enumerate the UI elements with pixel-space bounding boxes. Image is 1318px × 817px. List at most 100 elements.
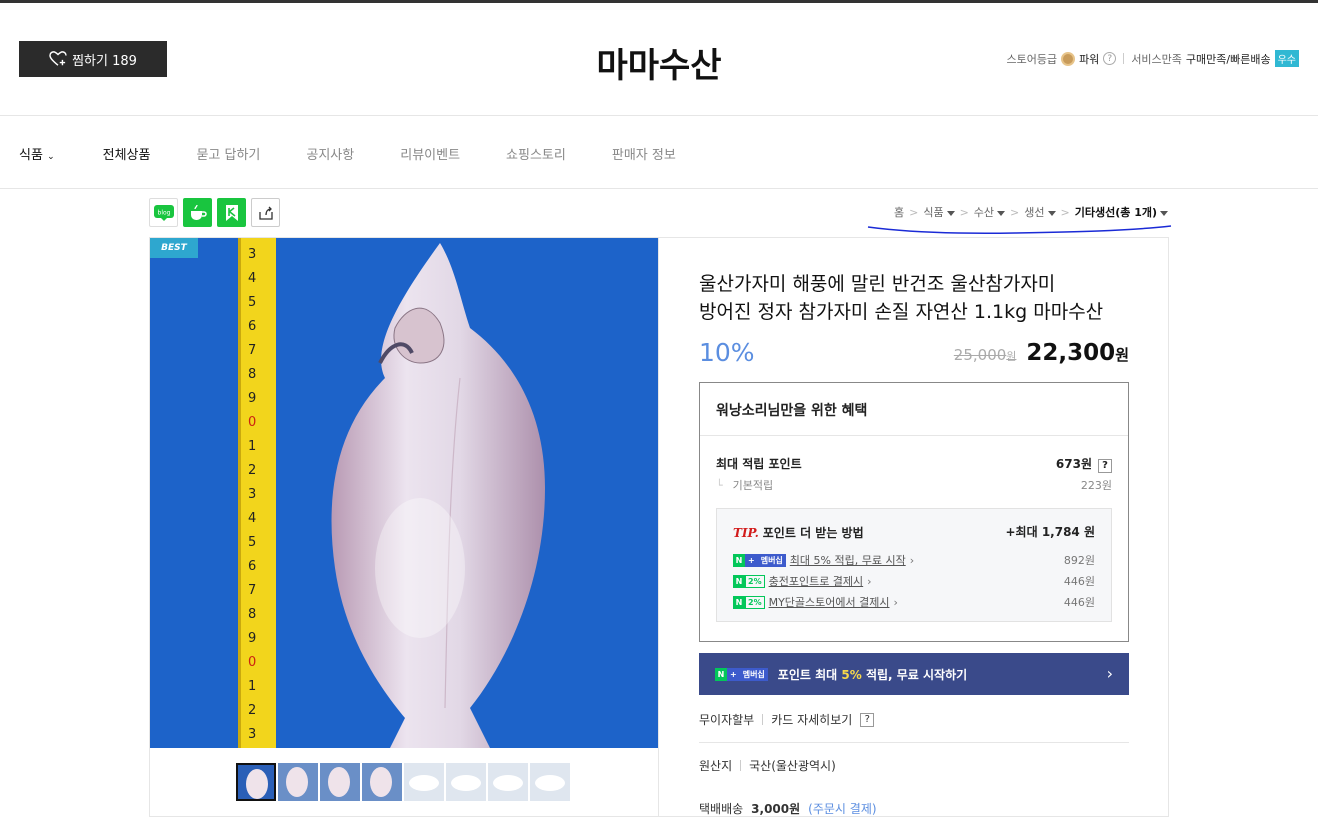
divider: [740, 760, 742, 771]
caret-down-icon: [997, 210, 1006, 216]
benefit-title: 워낭소리님만을 위한 혜택: [700, 383, 1128, 436]
grade-value: 파워: [1079, 52, 1100, 66]
divider: [699, 742, 1129, 743]
tip-link[interactable]: MY단골스토어에서 결제시: [769, 594, 890, 610]
tip-link[interactable]: 충전포인트로 결제시: [769, 573, 864, 589]
breadcrumb-separator: >: [909, 205, 919, 219]
svg-text:0: 0: [248, 655, 256, 670]
currency: 원: [1115, 346, 1129, 364]
tip-value: 446원: [1063, 575, 1095, 588]
caret-down-icon: [1160, 210, 1168, 216]
service-label: 서비스만족: [1131, 52, 1182, 66]
product-image-panel: BEST 3 4 5 6 7 8 9 0 1 2 3 4 5 6 7 8 9 0 1 2 3: [149, 237, 659, 817]
max-point-row: 최대 적립 포인트 673원?: [716, 455, 1112, 473]
svg-text:5: 5: [248, 295, 256, 310]
nav-seller-info[interactable]: 판매자 정보: [612, 144, 676, 163]
naver-membership-badge: N + 멤버십: [733, 553, 786, 567]
naver-membership-badge: N + 멤버십: [715, 667, 768, 681]
breadcrumb-seafood[interactable]: 수산: [974, 204, 1006, 220]
sale-price-value: 22,300: [1026, 340, 1116, 366]
top-border: [0, 0, 1318, 3]
shipping-label: 택배배송: [699, 802, 744, 816]
base-point-value: 223원: [1080, 479, 1112, 492]
card-detail-link[interactable]: 카드 자세히보기: [771, 711, 852, 728]
installment-label: 무이자할부: [699, 713, 755, 727]
origin-label: 원산지: [699, 759, 733, 773]
svg-text:0: 0: [248, 415, 256, 430]
price: 25,000원 22,300원: [954, 340, 1129, 366]
naver-pay-badge: N 2%: [733, 595, 765, 609]
nav-review-event[interactable]: 리뷰이벤트: [400, 144, 460, 163]
breadcrumb: 홈 > 식품 > 수산 > 생선 > 기타생선(총 1개): [894, 204, 1168, 220]
svg-text:8: 8: [248, 607, 256, 622]
keep-bookmark-icon[interactable]: [217, 198, 246, 227]
card-info: 무이자할부 카드 자세히보기 ?: [699, 711, 875, 728]
shipping-note: (주문시 결제): [808, 802, 877, 816]
chevron-right-icon: ›: [909, 553, 915, 567]
svg-text:3: 3: [248, 247, 256, 262]
breadcrumb-fish[interactable]: 생선: [1024, 204, 1056, 220]
svg-text:2: 2: [248, 463, 256, 478]
nav-shopping-story[interactable]: 쇼핑스토리: [506, 144, 566, 163]
caret-down-icon: [1047, 210, 1056, 216]
thumbnail[interactable]: [362, 763, 402, 801]
medal-icon: [1061, 51, 1076, 66]
tip-max: +최대 1,784 원: [1005, 525, 1096, 539]
cafe-share-icon[interactable]: [183, 198, 212, 227]
svg-text:9: 9: [248, 631, 256, 646]
svg-text:2: 2: [248, 703, 256, 718]
thumbnail[interactable]: [446, 763, 486, 801]
membership-banner[interactable]: N + 멤버십 포인트 최대 5% 적립, 무료 시작하기 ›: [699, 653, 1129, 695]
nav-notice[interactable]: 공지사항: [306, 144, 354, 163]
thumbnail[interactable]: [278, 763, 318, 801]
blog-share-icon[interactable]: blog: [149, 198, 178, 227]
tip-row[interactable]: N 2% MY단골스토어에서 결제시 › 446원: [733, 594, 1095, 610]
benefit-box: 워낭소리님만을 위한 혜택 최대 적립 포인트 673원? └ 기본적립 223원…: [699, 382, 1129, 642]
svg-text:7: 7: [248, 583, 256, 598]
tip-row-left: N 2% 충전포인트로 결제시 ›: [733, 573, 872, 589]
breadcrumb-food[interactable]: 식품: [923, 204, 955, 220]
svg-text:3: 3: [248, 727, 256, 742]
product-title: 울산가자미 해풍에 말린 반건조 울산참가자미 방어진 정자 참가자미 손질 자…: [699, 270, 1139, 326]
help-icon[interactable]: ?: [860, 712, 875, 727]
thumbnail[interactable]: [530, 763, 570, 801]
svg-text:4: 4: [248, 271, 256, 286]
help-icon[interactable]: ?: [1098, 458, 1112, 473]
tip-value: 892원: [1063, 554, 1095, 567]
tip-value: 446원: [1063, 596, 1095, 609]
chevron-right-icon: ›: [867, 574, 872, 588]
caret-down-icon: [946, 210, 955, 216]
divider: [0, 188, 1318, 189]
thumbnail[interactable]: [236, 763, 276, 801]
svg-text:5: 5: [248, 535, 256, 550]
tip-prefix: TIP.: [733, 526, 759, 540]
svg-text:1: 1: [248, 439, 256, 454]
hand-drawn-underline: [867, 225, 1172, 234]
flatfish-photo: 3 4 5 6 7 8 9 0 1 2 3 4 5 6 7 8 9 0 1 2 3: [150, 238, 658, 748]
thumbnail[interactable]: [320, 763, 360, 801]
max-point-label: 최대 적립 포인트: [716, 457, 802, 471]
svg-text:9: 9: [248, 391, 256, 406]
nav-all-products[interactable]: 전체상품: [103, 144, 151, 163]
thumbnail[interactable]: [404, 763, 444, 801]
thumbnail[interactable]: [488, 763, 528, 801]
breadcrumb-other-fish[interactable]: 기타생선(총 1개): [1075, 204, 1168, 220]
tip-box: TIP. 포인트 더 받는 방법 +최대 1,784 원 N + 멤버십 최대 5% 적…: [716, 508, 1112, 622]
nav-category-food[interactable]: 식품 ⌄: [19, 144, 55, 163]
divider: [1123, 53, 1125, 64]
product-main-image[interactable]: BEST 3 4 5 6 7 8 9 0 1 2 3 4 5 6 7 8 9 0 1 2 3: [150, 238, 658, 748]
breadcrumb-home[interactable]: 홈: [894, 204, 904, 220]
tip-row[interactable]: N 2% 충전포인트로 결제시 › 446원: [733, 573, 1095, 589]
help-icon[interactable]: ?: [1103, 52, 1117, 65]
breadcrumb-separator: >: [959, 205, 969, 219]
base-point-label: 기본적립: [732, 479, 774, 492]
tip-row[interactable]: N + 멤버십 최대 5% 적립, 무료 시작 › 892원: [733, 552, 1095, 568]
nav-qna[interactable]: 묻고 답하기: [196, 144, 260, 163]
store-nav: 식품 ⌄ 전체상품 묻고 답하기 공지사항 리뷰이벤트 쇼핑스토리 판매자 정보: [19, 144, 722, 163]
base-point-label-wrap: └ 기본적립: [716, 477, 773, 493]
svg-text:1: 1: [248, 679, 256, 694]
share-out-icon[interactable]: [251, 198, 280, 227]
svg-text:4: 4: [248, 511, 256, 526]
banner-text: 포인트 최대 5% 적립, 무료 시작하기: [777, 667, 968, 682]
tip-link[interactable]: 최대 5% 적립, 무료 시작: [790, 552, 906, 568]
